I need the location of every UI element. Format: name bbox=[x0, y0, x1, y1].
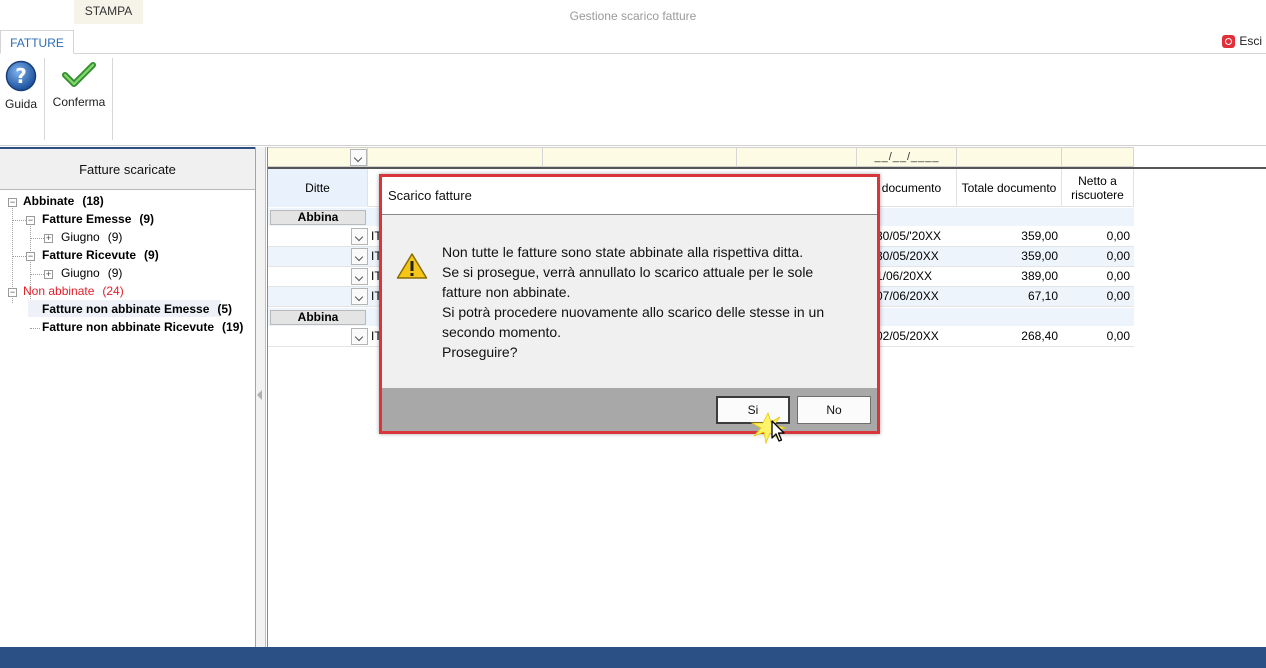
cell-data-documento: 30/05/'20XX bbox=[876, 229, 942, 243]
svg-text:?: ? bbox=[15, 64, 27, 88]
cell-totale: 389,00 bbox=[1021, 269, 1058, 283]
status-bar bbox=[0, 647, 1266, 668]
tree-node-non-abbinate-ricevute[interactable]: Fatture non abbinate Ricevute (19) bbox=[42, 320, 243, 334]
left-panel-header: Fatture scaricate bbox=[0, 147, 255, 190]
column-header-totale[interactable]: Totale documento bbox=[957, 169, 1062, 207]
tree-line bbox=[30, 274, 44, 275]
ribbon-separator bbox=[112, 58, 113, 140]
abbina-button[interactable]: Abbina bbox=[270, 210, 366, 225]
tab-fatture[interactable]: FATTURE bbox=[0, 30, 74, 54]
cell-data-documento: 1/06/20XX bbox=[876, 269, 933, 283]
cell-netto: 0,00 bbox=[1106, 249, 1130, 263]
guida-label: Guida bbox=[4, 97, 38, 111]
date-filter-mask: __/__/____ bbox=[874, 151, 940, 163]
cell-data-documento: 30/05/20XX bbox=[876, 249, 939, 263]
left-panel: Fatture scaricate − Abbinate (18) − Fattu… bbox=[0, 147, 256, 647]
filter-cell[interactable] bbox=[268, 148, 368, 167]
help-icon: ? bbox=[5, 60, 37, 92]
collapse-toggle[interactable]: − bbox=[8, 288, 17, 297]
confirm-dialog: Scarico fatture Non tutte le fatture son… bbox=[379, 174, 880, 434]
dialog-title: Scarico fatture bbox=[382, 177, 877, 215]
column-header-netto[interactable]: Netto a riscuotere bbox=[1062, 169, 1134, 207]
warning-icon bbox=[396, 253, 428, 279]
tree-node-giugno-emesse[interactable]: Giugno (9) bbox=[61, 230, 122, 244]
column-header-ditte[interactable]: Ditte bbox=[268, 169, 368, 207]
ditta-dropdown[interactable] bbox=[351, 328, 368, 345]
expand-toggle[interactable]: + bbox=[44, 234, 53, 243]
mouse-cursor-icon bbox=[750, 411, 787, 445]
filter-dropdown[interactable] bbox=[350, 149, 367, 166]
panel-splitter[interactable] bbox=[256, 147, 266, 647]
dialog-footer: Si No bbox=[382, 388, 877, 431]
cell-netto: 0,00 bbox=[1106, 289, 1130, 303]
ditta-dropdown[interactable] bbox=[351, 268, 368, 285]
cell-totale: 268,40 bbox=[1021, 329, 1058, 343]
exit-button[interactable]: Esci bbox=[1222, 34, 1262, 48]
collapse-toggle[interactable]: − bbox=[8, 198, 17, 207]
filter-cell[interactable] bbox=[543, 148, 737, 167]
tab-stampa[interactable]: STAMPA bbox=[74, 0, 143, 24]
ribbon: ? Guida Conferma bbox=[0, 54, 1266, 146]
tree-node-fatture-emesse[interactable]: Fatture Emesse (9) bbox=[42, 212, 154, 226]
dialog-body: Non tutte le fatture sono state abbinate… bbox=[382, 215, 877, 388]
ditta-dropdown[interactable] bbox=[351, 228, 368, 245]
dialog-message: Non tutte le fatture sono state abbinate… bbox=[442, 242, 862, 362]
tree-line bbox=[30, 221, 31, 251]
filter-row: __/__/____ bbox=[268, 147, 1134, 167]
exit-icon bbox=[1222, 34, 1236, 48]
guida-button[interactable]: ? Guida bbox=[3, 60, 39, 111]
cell-data-documento: 07/06/20XX bbox=[876, 289, 939, 303]
conferma-label: Conferma bbox=[52, 95, 106, 109]
title-bar: Gestione scarico fatture bbox=[0, 0, 1266, 30]
tree-node-fatture-ricevute[interactable]: Fatture Ricevute (9) bbox=[42, 248, 159, 262]
collapse-toggle[interactable]: − bbox=[26, 252, 35, 261]
ribbon-separator bbox=[44, 58, 45, 140]
filter-cell[interactable] bbox=[957, 148, 1062, 167]
cell-totale: 359,00 bbox=[1021, 249, 1058, 263]
checkmark-icon bbox=[62, 62, 96, 87]
cell-totale: 359,00 bbox=[1021, 229, 1058, 243]
tree-node-abbinate[interactable]: Abbinate (18) bbox=[23, 194, 104, 208]
cell-netto: 0,00 bbox=[1106, 329, 1130, 343]
dialog-message-line: Se si prosegue, verrà annullato lo scari… bbox=[442, 264, 814, 280]
filter-cell[interactable] bbox=[737, 148, 857, 167]
no-button[interactable]: No bbox=[797, 396, 871, 424]
tree-node-non-abbinate[interactable]: Non abbinate (24) bbox=[23, 284, 124, 298]
dialog-message-line: Non tutte le fatture sono state abbinate… bbox=[442, 244, 804, 260]
dialog-message-line: Si potrà procedere nuovamente allo scari… bbox=[442, 304, 825, 320]
cell-netto: 0,00 bbox=[1106, 229, 1130, 243]
filter-cell[interactable] bbox=[368, 148, 543, 167]
tree-node-giugno-ricevute[interactable]: Giugno (9) bbox=[61, 266, 122, 280]
filter-cell[interactable] bbox=[1062, 148, 1134, 167]
abbina-button[interactable]: Abbina bbox=[270, 310, 366, 325]
expand-toggle[interactable]: + bbox=[44, 270, 53, 279]
tree-line bbox=[30, 328, 40, 329]
ditta-dropdown[interactable] bbox=[351, 288, 368, 305]
collapse-toggle[interactable]: − bbox=[26, 216, 35, 225]
cell-netto: 0,00 bbox=[1106, 269, 1130, 283]
dialog-message-line: fatture non abbinate. bbox=[442, 284, 571, 300]
cell-totale: 67,10 bbox=[1027, 289, 1058, 303]
tree-node-non-abbinate-emesse[interactable]: Fatture non abbinate Emesse (5) bbox=[42, 302, 232, 316]
conferma-button[interactable]: Conferma bbox=[50, 60, 108, 109]
ditta-dropdown[interactable] bbox=[351, 248, 368, 265]
window-title: Gestione scarico fatture bbox=[569, 9, 697, 23]
tree-line bbox=[30, 238, 44, 239]
exit-label: Esci bbox=[1239, 34, 1262, 48]
dialog-message-line: Proseguire? bbox=[442, 344, 518, 360]
cell-data-documento: 02/05/20XX bbox=[876, 329, 939, 343]
dialog-message-line: secondo momento. bbox=[442, 324, 562, 340]
ribbon-tabs: FATTURE Esci bbox=[0, 30, 1266, 54]
